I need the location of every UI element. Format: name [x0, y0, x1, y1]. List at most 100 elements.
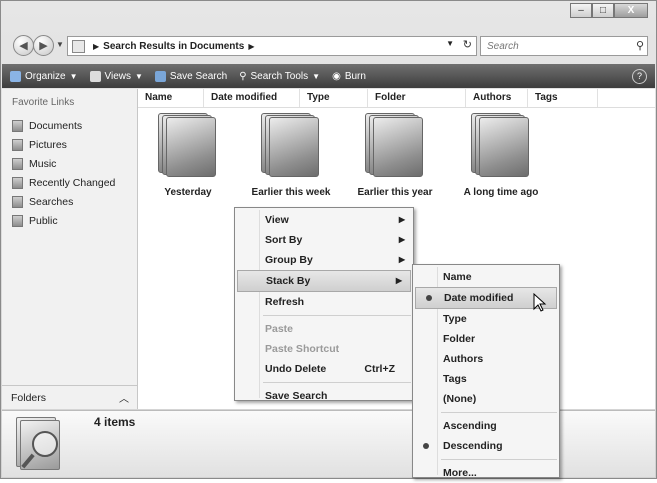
- menu-separator: [441, 459, 557, 460]
- caption-buttons: – □ X: [570, 3, 648, 18]
- refresh-icon[interactable]: ↻: [463, 38, 472, 51]
- chevron-down-icon: ▼: [135, 71, 143, 81]
- column-header-name[interactable]: Name: [138, 89, 204, 107]
- burn-label: Burn: [344, 70, 366, 82]
- nav-item-label: Public: [29, 214, 58, 227]
- chevron-down-icon: ▼: [312, 71, 321, 81]
- stack-label: Yesterday: [164, 187, 212, 198]
- submenu-item-authors[interactable]: Authors: [413, 349, 559, 369]
- breadcrumb[interactable]: Search Results in Documents: [103, 41, 244, 52]
- burn-disc-icon: ◉: [332, 70, 341, 82]
- menu-item-save-search[interactable]: Save Search: [235, 386, 413, 406]
- organize-button[interactable]: Organize ▼: [10, 70, 78, 82]
- menu-item-undo-delete[interactable]: Undo Delete Ctrl+Z: [235, 359, 413, 379]
- close-button[interactable]: X: [614, 3, 648, 18]
- maximize-button[interactable]: □: [592, 3, 614, 18]
- stack-label: A long time ago: [463, 187, 539, 198]
- menu-item-stack-by[interactable]: Stack By ▶: [237, 270, 411, 292]
- forward-arrow-icon: ▶: [39, 40, 48, 52]
- recent-pages-dropdown-icon[interactable]: ▼: [56, 40, 64, 49]
- submenu-item-descending[interactable]: Descending: [413, 436, 559, 456]
- menu-item-label: Save Search: [265, 390, 328, 402]
- nav-item-music[interactable]: Music: [2, 154, 137, 173]
- submenu-arrow-icon: ▶: [398, 235, 405, 244]
- submenu-item-none[interactable]: (None): [413, 389, 559, 409]
- burn-button[interactable]: ◉ Burn: [332, 71, 366, 82]
- menu-item-label: Authors: [443, 353, 484, 365]
- menu-item-view[interactable]: View ▶: [235, 210, 413, 230]
- context-menu: View ▶ Sort By ▶ Group By ▶ Stack By ▶ Refre…: [234, 207, 414, 402]
- pictures-icon: [12, 138, 23, 151]
- help-icon[interactable]: ?: [632, 68, 647, 84]
- nav-item-searches[interactable]: Searches: [2, 192, 137, 211]
- column-header-date-modified[interactable]: Date modified: [204, 89, 300, 107]
- breadcrumb-chevron-icon[interactable]: ▶: [93, 42, 99, 51]
- nav-item-documents[interactable]: Documents: [2, 116, 137, 135]
- save-search-button[interactable]: Save Search: [154, 70, 228, 82]
- search-input[interactable]: Search ⚲: [480, 36, 648, 56]
- stack-item[interactable]: Yesterday: [143, 113, 233, 198]
- menu-item-label: Ascending: [443, 420, 497, 432]
- address-bar[interactable]: ▶ Search Results in Documents ▶ ▼ ↻: [67, 36, 477, 56]
- menu-item-refresh[interactable]: Refresh: [235, 292, 413, 312]
- stack-item[interactable]: A long time ago: [456, 113, 546, 198]
- music-icon: [12, 157, 23, 170]
- item-count: 4 items: [94, 415, 136, 429]
- stack-item[interactable]: Earlier this year: [350, 113, 440, 198]
- column-header-tags[interactable]: Tags: [528, 89, 598, 107]
- menu-separator: [263, 382, 411, 383]
- radio-bullet-icon: [426, 295, 432, 301]
- chevron-up-icon: ︿: [119, 394, 129, 405]
- column-header-folder[interactable]: Folder: [368, 89, 466, 107]
- nav-item-label: Pictures: [29, 138, 67, 151]
- column-header-authors[interactable]: Authors: [466, 89, 528, 107]
- views-icon: [89, 70, 101, 82]
- views-button[interactable]: Views ▼: [89, 70, 143, 82]
- folders-label: Folders: [11, 391, 47, 404]
- address-dropdown-icon[interactable]: ▼: [446, 39, 454, 48]
- submenu-arrow-icon: ▶: [398, 255, 405, 264]
- minimize-button[interactable]: –: [570, 3, 592, 18]
- organize-icon: [10, 70, 21, 82]
- search-tools-button[interactable]: ⚲ Search Tools ▼: [239, 71, 320, 82]
- menu-item-label: Paste Shortcut: [265, 343, 340, 355]
- save-search-label: Save Search: [169, 70, 228, 82]
- submenu-item-ascending[interactable]: Ascending: [413, 416, 559, 436]
- address-row: ◀ ▶ ▼ ▶ Search Results in Documents ▶ ▼ …: [13, 35, 648, 57]
- back-button[interactable]: ◀: [13, 35, 34, 56]
- column-header-type[interactable]: Type: [300, 89, 368, 107]
- submenu-item-folder[interactable]: Folder: [413, 329, 559, 349]
- nav-item-label: Recently Changed: [29, 176, 116, 189]
- back-arrow-icon: ◀: [19, 40, 28, 52]
- chevron-down-icon: ▼: [69, 71, 78, 81]
- submenu-item-more[interactable]: More...: [413, 463, 559, 483]
- nav-item-label: Searches: [29, 195, 74, 208]
- menu-item-sort-by[interactable]: Sort By ▶: [235, 230, 413, 250]
- organize-label: Organize: [25, 70, 66, 82]
- breadcrumb-chevron-icon[interactable]: ▶: [248, 42, 254, 51]
- stack-icon: [363, 113, 427, 177]
- recently-changed-icon: [12, 176, 23, 189]
- menu-item-label: More...: [443, 467, 477, 479]
- stack-item[interactable]: Earlier this week: [246, 113, 336, 198]
- nav-item-label: Music: [29, 157, 57, 170]
- search-tools-label: Search Tools: [250, 70, 309, 82]
- favorite-links-list: Documents Pictures Music Recently Change…: [2, 116, 137, 230]
- forward-button[interactable]: ▶: [33, 35, 54, 56]
- shortcut-label: Ctrl+Z: [364, 363, 395, 375]
- nav-item-recently-changed[interactable]: Recently Changed: [2, 173, 137, 192]
- nav-item-public[interactable]: Public: [2, 211, 137, 230]
- stack-label: Earlier this week: [251, 187, 331, 198]
- search-icon[interactable]: ⚲: [636, 39, 644, 52]
- submenu-item-tags[interactable]: Tags: [413, 369, 559, 389]
- documents-icon: [12, 119, 23, 132]
- menu-item-label: Stack By: [266, 275, 311, 287]
- menu-item-group-by[interactable]: Group By ▶: [235, 250, 413, 270]
- submenu-item-name[interactable]: Name: [413, 267, 559, 287]
- stack-icon: [259, 113, 323, 177]
- search-placeholder: Search: [487, 40, 519, 52]
- folders-toggle[interactable]: Folders ︿: [2, 385, 137, 409]
- menu-separator: [441, 412, 557, 413]
- menu-item-label: (None): [443, 393, 477, 405]
- nav-item-pictures[interactable]: Pictures: [2, 135, 137, 154]
